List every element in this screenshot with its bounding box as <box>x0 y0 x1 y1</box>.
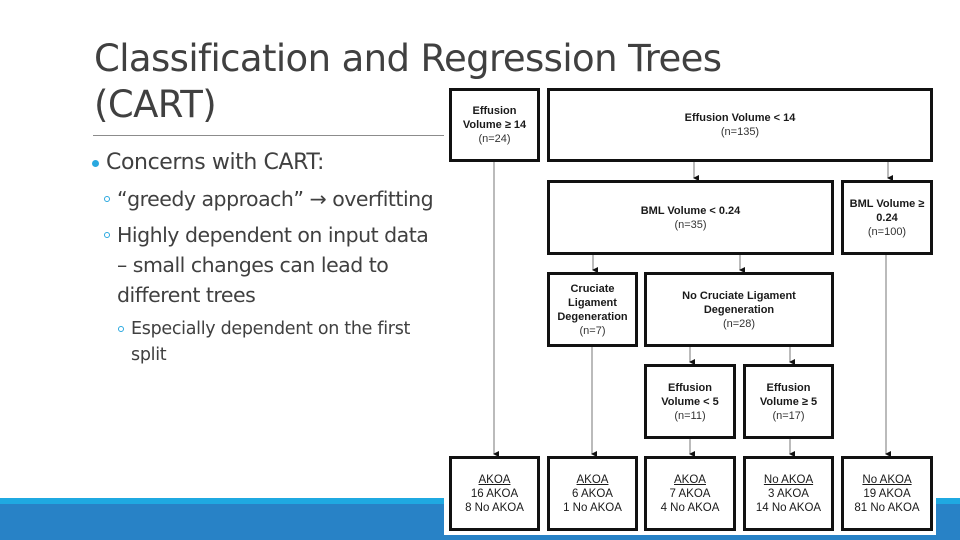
node-count: (n=35) <box>674 218 707 231</box>
bullet-list: Concerns with CART: “greedy approach” → … <box>92 148 437 368</box>
tree-node-effusion-ge-5: Effusion Volume ≥ 5 (n=17) <box>743 364 834 439</box>
title-underline <box>93 135 446 136</box>
tree-node-bml-ge: BML Volume ≥ 0.24 (n=100) <box>841 180 933 255</box>
node-label: BML Volume ≥ 0.24 <box>849 197 925 224</box>
node-count: (n=17) <box>772 409 805 422</box>
node-label: No Cruciate Ligament Degeneration <box>682 289 796 316</box>
tree-node-bml-lt: BML Volume < 0.24 (n=35) <box>547 180 834 255</box>
leaf-no-akoa-count: 14 No AKOA <box>755 501 822 514</box>
node-count: (n=24) <box>478 133 511 145</box>
tree-node-cruciate: Cruciate Ligament Degeneration (n=7) <box>547 272 638 347</box>
bullet-text: Concerns with CART: <box>106 150 325 175</box>
leaf-akoa-count: 19 AKOA <box>863 487 911 500</box>
leaf-no-akoa-count: 81 No AKOA <box>854 501 920 514</box>
bullet-ring-icon <box>118 326 124 332</box>
leaf-class: AKOA <box>576 473 609 486</box>
tree-leaf: AKOA 16 AKOA 8 No AKOA <box>449 456 540 531</box>
leaf-akoa-count: 7 AKOA <box>669 487 711 500</box>
bullet-text: Highly dependent on input data – small c… <box>117 223 429 307</box>
leaf-class: AKOA <box>674 473 706 486</box>
node-label: BML Volume < 0.24 <box>640 204 741 217</box>
tree-node-effusion-ge-14: Effusion Volume ≥ 14 (n=24) <box>449 88 540 162</box>
leaf-no-akoa-count: 1 No AKOA <box>563 501 622 514</box>
leaf-class: No AKOA <box>763 473 814 486</box>
tree-leaf: No AKOA 19 AKOA 81 No AKOA <box>841 456 933 531</box>
bullet-text: “greedy approach” → overfitting <box>117 187 434 211</box>
tree-node-effusion-lt-14: Effusion Volume < 14 (n=135) <box>547 88 933 162</box>
leaf-akoa-count: 3 AKOA <box>768 487 809 500</box>
node-label: Effusion Volume < 5 <box>661 381 719 408</box>
leaf-class: No AKOA <box>862 473 912 486</box>
node-count: (n=135) <box>720 126 760 138</box>
node-label: Cruciate Ligament Degeneration <box>557 282 628 323</box>
slide: Classification and Regression Trees (CAR… <box>0 0 960 540</box>
leaf-akoa-count: 6 AKOA <box>572 487 613 500</box>
tree-node-effusion-lt-5: Effusion Volume < 5 (n=11) <box>644 364 736 439</box>
leaf-no-akoa-count: 8 No AKOA <box>465 501 524 514</box>
bullet-level3: Especially dependent on the first split <box>92 316 437 368</box>
leaf-no-akoa-count: 4 No AKOA <box>660 501 720 514</box>
tree-leaf: AKOA 6 AKOA 1 No AKOA <box>547 456 638 531</box>
bullet-dot-icon <box>92 160 99 167</box>
tree-node-no-cruciate: No Cruciate Ligament Degeneration (n=28) <box>644 272 834 347</box>
node-label: Effusion Volume ≥ 14 <box>462 105 527 131</box>
bullet-ring-icon <box>104 232 110 238</box>
bullet-text: Especially dependent on the first split <box>131 319 411 365</box>
node-count: (n=7) <box>579 324 606 337</box>
leaf-class: AKOA <box>478 473 511 486</box>
node-count: (n=28) <box>722 317 756 330</box>
leaf-akoa-count: 16 AKOA <box>470 487 519 500</box>
bullet-ring-icon <box>104 196 110 202</box>
bullet-level2: “greedy approach” → overfitting <box>92 184 437 214</box>
bullet-level2: Highly dependent on input data – small c… <box>92 220 437 310</box>
node-label: Effusion Volume ≥ 5 <box>759 381 818 408</box>
bullet-level1: Concerns with CART: <box>92 148 437 178</box>
node-label: Effusion Volume < 14 <box>684 112 796 124</box>
tree-leaf: AKOA 7 AKOA 4 No AKOA <box>644 456 736 531</box>
tree-leaf: No AKOA 3 AKOA 14 No AKOA <box>743 456 834 531</box>
node-count: (n=11) <box>674 409 706 422</box>
node-count: (n=100) <box>867 225 907 238</box>
